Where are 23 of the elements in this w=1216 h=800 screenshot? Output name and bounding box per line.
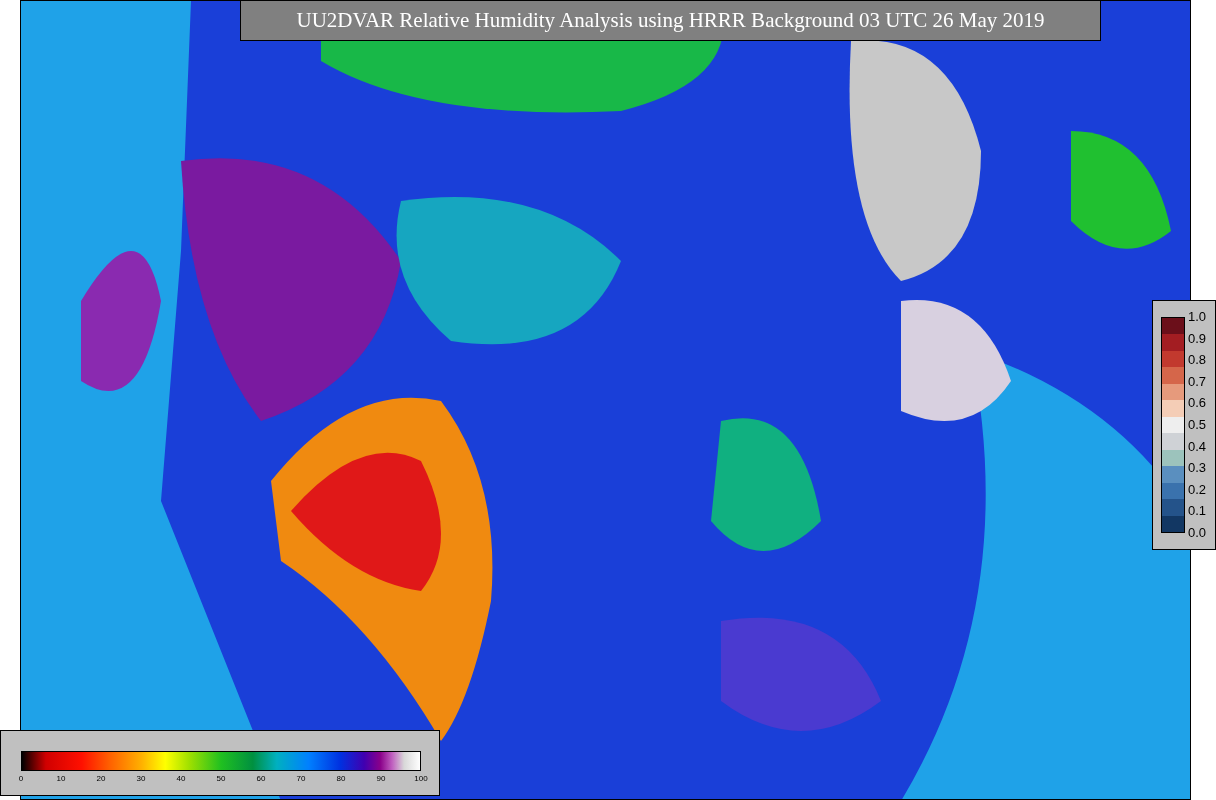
tick-label: 90 <box>376 774 386 783</box>
tick-label: 50 <box>216 774 226 783</box>
tick-label: 0.1 <box>1188 503 1207 520</box>
tick-label: 0.2 <box>1188 481 1207 498</box>
tick-label: 80 <box>336 774 346 783</box>
map-title: UU2DVAR Relative Humidity Analysis using HRRR Background 03 UTC 26 May 2019 <box>240 0 1101 41</box>
tick-label: 0.8 <box>1188 352 1207 369</box>
tick-label: 0.6 <box>1188 395 1207 412</box>
tick-label: 60 <box>256 774 266 783</box>
tick-label: 0.9 <box>1188 330 1207 347</box>
tick-label: 0.0 <box>1188 524 1207 541</box>
tick-label: 20 <box>96 774 106 783</box>
tick-label: 0.4 <box>1188 438 1207 455</box>
tick-label: 100 <box>414 774 428 783</box>
tick-label: 0.7 <box>1188 373 1207 390</box>
tick-label: 1.0 <box>1188 309 1207 325</box>
tick-label: 0.5 <box>1188 416 1207 433</box>
tick-label: 30 <box>136 774 146 783</box>
tick-label: 0.3 <box>1188 460 1207 477</box>
tick-label: 10 <box>56 774 66 783</box>
tick-label: 40 <box>176 774 186 783</box>
tick-label: 0 <box>18 774 24 783</box>
tick-label: 70 <box>296 774 306 783</box>
